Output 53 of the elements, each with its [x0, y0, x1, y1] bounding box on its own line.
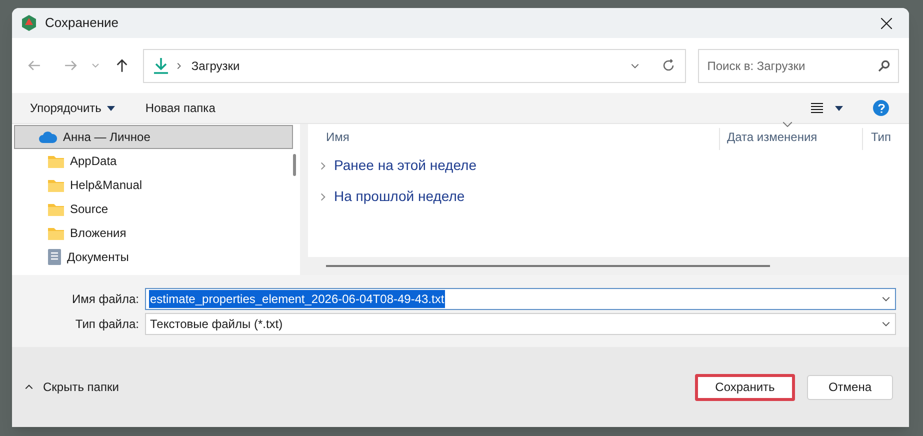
address-bar[interactable]: Загрузки	[143, 48, 686, 82]
column-header[interactable]: Тип	[862, 128, 909, 150]
chevron-icon	[318, 160, 328, 170]
new-folder-button[interactable]: Новая папка	[145, 99, 216, 117]
download-icon	[154, 58, 168, 74]
folder-icon	[48, 178, 64, 192]
vertical-scrollbar-thumb[interactable]	[293, 154, 296, 176]
sidebar-item[interactable]: Source	[14, 197, 293, 221]
folder-icon	[48, 226, 64, 240]
hide-folders-button[interactable]: Скрыть папки	[24, 378, 119, 396]
column-header[interactable]: Имя	[308, 128, 719, 150]
search-icon	[878, 60, 890, 72]
filename-text: estimate_properties_element_2026-06-04T08-49-43.txt	[149, 290, 446, 308]
sidebar-item[interactable]: Вложения	[14, 221, 293, 245]
refresh-icon[interactable]	[662, 59, 676, 72]
chevron-down-icon	[91, 61, 100, 70]
group-header[interactable]: На прошлой неделе	[308, 181, 909, 212]
up-arrow-icon	[115, 58, 130, 72]
document-icon	[48, 249, 61, 265]
dropdown-triangle-icon	[107, 106, 116, 110]
dropdown-triangle-icon	[835, 106, 843, 110]
group-header[interactable]: Ранее на этой неделе	[308, 150, 909, 181]
organize-button[interactable]: Упорядочить	[30, 99, 116, 117]
list-view-icon	[811, 102, 823, 114]
horizontal-scrollbar-thumb[interactable]	[326, 265, 770, 267]
app-logo-icon	[22, 15, 36, 31]
window-title: Сохранение	[45, 14, 119, 32]
forward-arrow-icon	[64, 59, 78, 72]
filetype-dropdown[interactable]: Текстовые файлы (*.txt)	[145, 312, 896, 334]
cloud-icon	[39, 131, 57, 143]
chevron-up-icon	[24, 382, 34, 392]
breadcrumb-chevron-icon	[175, 62, 184, 70]
folder-icon	[48, 202, 64, 216]
filename-field[interactable]: estimate_properties_element_2026-06-04T08-49-43.txt	[145, 288, 896, 310]
view-options-button[interactable]	[811, 102, 843, 114]
save-button[interactable]: Сохранить	[695, 374, 795, 400]
sidebar-item[interactable]: AppData	[14, 149, 293, 173]
filename-label: Имя файла:	[71, 290, 140, 308]
back-arrow-icon	[28, 59, 42, 72]
sidebar-item[interactable]: Анна — Личное	[14, 125, 293, 149]
search-field[interactable]: Поиск в: Загрузки	[698, 48, 900, 82]
filetype-label: Тип файла:	[74, 316, 140, 332]
address-path[interactable]: Загрузки	[191, 56, 240, 74]
cancel-button[interactable]: Отмена	[807, 374, 893, 400]
sidebar-item[interactable]: Help&Manual	[14, 173, 293, 197]
folder-icon	[48, 154, 64, 168]
sidebar-item[interactable]: Документы	[14, 245, 293, 269]
sort-chevron-icon	[783, 122, 792, 127]
close-icon	[880, 18, 892, 28]
question-mark-icon	[878, 104, 884, 112]
chevron-icon	[318, 192, 328, 202]
help-button[interactable]	[873, 100, 889, 116]
column-header[interactable]: Дата изменения	[719, 128, 862, 150]
